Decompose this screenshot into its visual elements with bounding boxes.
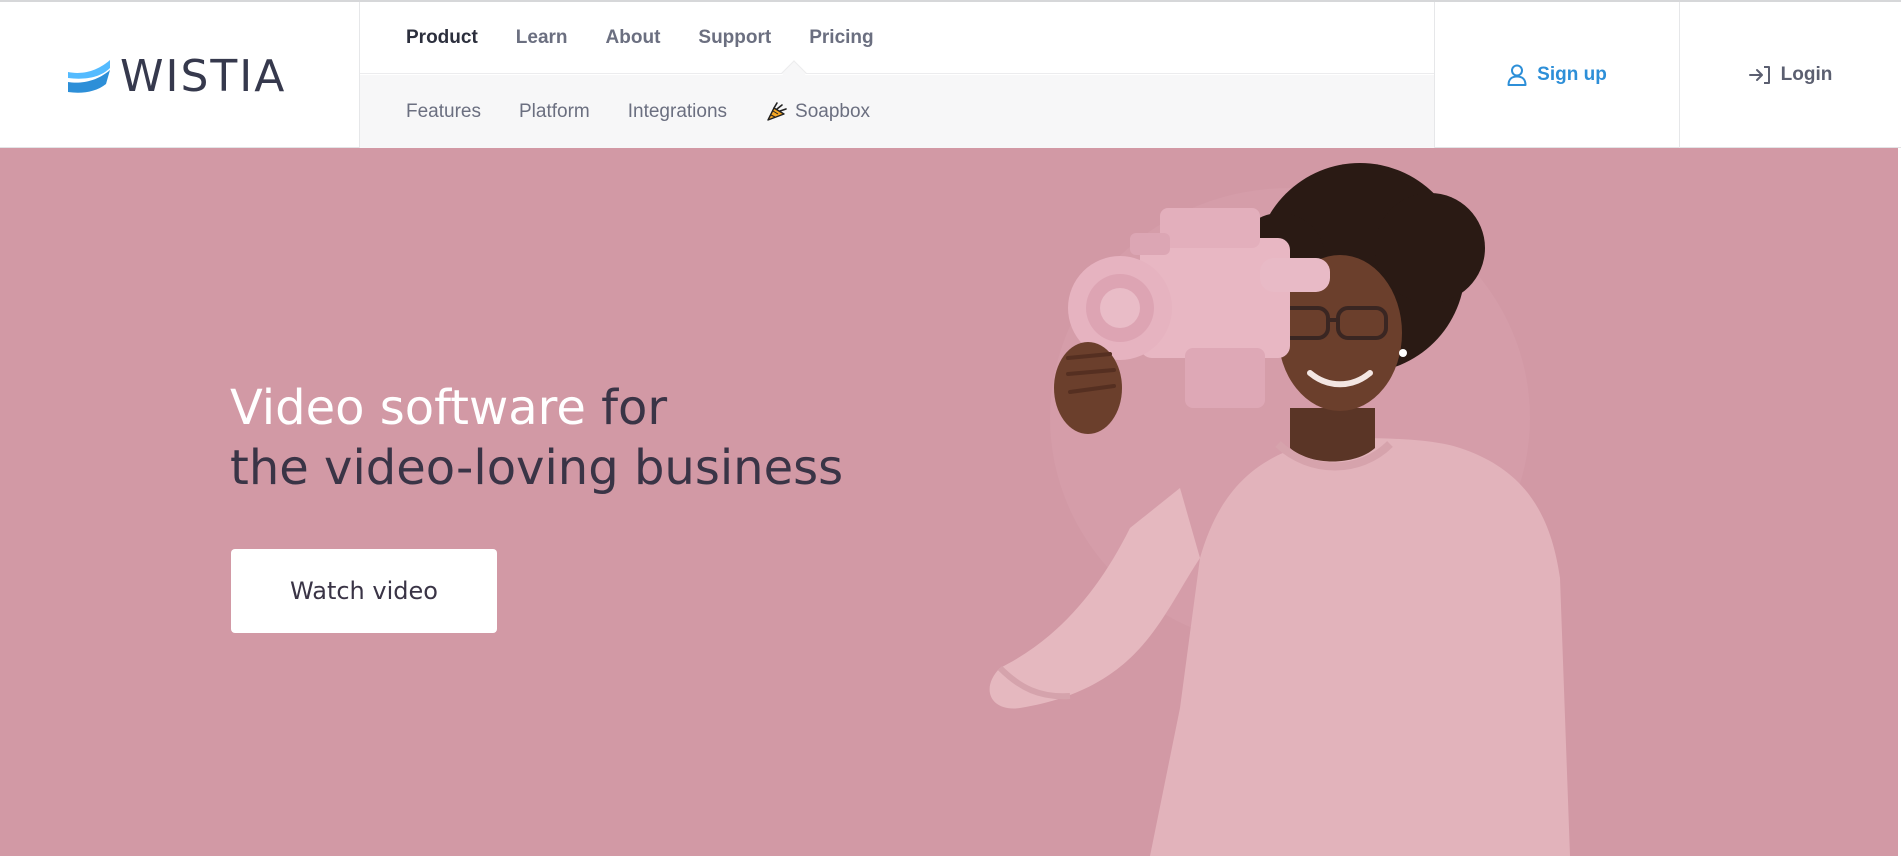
nav-about[interactable]: About <box>606 27 661 49</box>
headline-line2: the video-loving business <box>230 440 844 496</box>
login-link[interactable]: Login <box>1680 2 1901 148</box>
hero-person-with-camera-image <box>989 163 1570 856</box>
headline-highlight: Video software <box>230 380 586 436</box>
site-header: WISTIA Product Learn About Support Prici… <box>0 2 1901 148</box>
subnav-integrations[interactable]: Integrations <box>628 101 727 123</box>
watch-video-button[interactable]: Watch video <box>231 549 497 633</box>
subnav-features[interactable]: Features <box>406 101 481 123</box>
user-icon <box>1507 64 1527 86</box>
sign-up-link[interactable]: Sign up <box>1435 2 1680 148</box>
login-arrow-icon <box>1748 66 1770 84</box>
subnav-soapbox-label: Soapbox <box>795 100 871 122</box>
secondary-nav: Features Platform Integrations Soapbox <box>360 75 1434 148</box>
hero-section: Video software for the video-loving busi… <box>0 148 1901 856</box>
carrot-megaphone-icon <box>767 101 787 121</box>
login-label: Login <box>1780 64 1833 85</box>
subnav-soapbox[interactable]: Soapbox <box>765 100 870 124</box>
wistia-logo[interactable]: WISTIA <box>66 54 306 100</box>
nav-support[interactable]: Support <box>698 27 771 49</box>
nav-learn[interactable]: Learn <box>516 27 568 49</box>
primary-nav: Product Learn About Support Pricing <box>360 2 1434 74</box>
hero-headline: Video software for the video-loving busi… <box>230 378 930 498</box>
wistia-logo-icon <box>68 60 110 93</box>
headline-rest: for <box>585 380 668 436</box>
sign-up-label: Sign up <box>1537 64 1607 85</box>
subnav-platform[interactable]: Platform <box>519 101 590 123</box>
logo-wordmark: WISTIA <box>120 51 287 102</box>
nav-area: Product Learn About Support Pricing Feat… <box>359 2 1435 148</box>
nav-product[interactable]: Product <box>406 27 478 49</box>
nav-pricing[interactable]: Pricing <box>809 27 873 49</box>
